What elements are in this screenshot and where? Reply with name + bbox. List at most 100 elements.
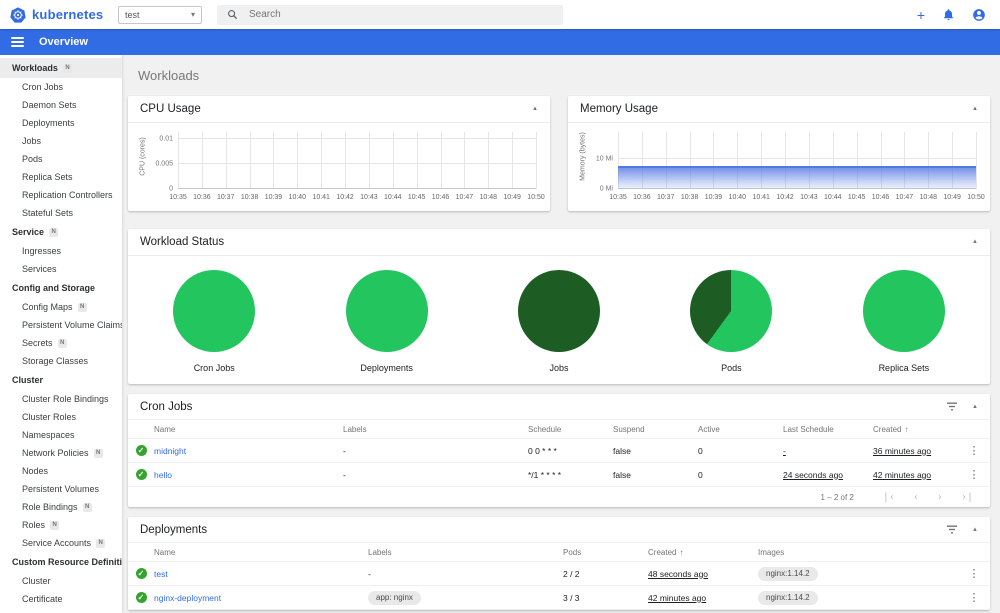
namespaced-badge: N bbox=[82, 502, 92, 512]
sidebar-item-label: Ingresses bbox=[22, 246, 62, 256]
cpu-usage-chart: CPU (cores) 10:35 10:36 10:37 10:38 10:39 10:… bbox=[128, 123, 550, 210]
deployment-name-link[interactable]: test bbox=[154, 569, 368, 579]
sidebar-item-config-maps[interactable]: Config Maps N bbox=[0, 298, 122, 316]
table-row[interactable]: ✓ midnight - 0 0 * * * false 0 - 36 minu… bbox=[128, 439, 990, 463]
col-schedule[interactable]: Schedule bbox=[528, 425, 613, 434]
col-name[interactable]: Name bbox=[154, 548, 368, 557]
x-tick-label: 10:38 bbox=[680, 194, 699, 201]
memory-y-axis-label: Memory (bytes) bbox=[579, 132, 587, 181]
first-page-icon[interactable]: |‹ bbox=[883, 492, 895, 503]
collapse-icon[interactable]: ▲ bbox=[972, 527, 978, 533]
sidebar-group-label: Config and Storage bbox=[12, 283, 95, 293]
x-tick-label: 10:49 bbox=[503, 194, 521, 201]
cpu-usage-card-header: CPU Usage ▲ bbox=[128, 96, 550, 123]
col-suspend[interactable]: Suspend bbox=[613, 425, 698, 434]
sidebar-item-ingresses[interactable]: Ingresses bbox=[0, 242, 122, 260]
previous-page-icon[interactable]: ‹ bbox=[913, 492, 919, 503]
sidebar-group-config-and-storage[interactable]: Config and Storage bbox=[0, 278, 122, 298]
create-resource-button[interactable]: + bbox=[917, 8, 925, 22]
sidebar-group-custom-resource-definitions[interactable]: Custom Resource Definitions bbox=[0, 552, 122, 572]
top-actions: + bbox=[917, 8, 1000, 22]
row-menu-icon[interactable]: ⋮ bbox=[958, 567, 990, 580]
filter-list-icon[interactable] bbox=[946, 402, 958, 411]
sidebar-item-secrets[interactable]: Secrets N bbox=[0, 334, 122, 352]
cpu-usage-title: CPU Usage bbox=[140, 103, 201, 115]
sidebar-item-persistent-volumes[interactable]: Persistent Volumes bbox=[0, 480, 122, 498]
search-input[interactable]: Search bbox=[217, 4, 563, 25]
sidebar-item-storage-classes[interactable]: Storage Classes bbox=[0, 352, 122, 370]
sidebar-group-label: Service bbox=[12, 227, 45, 237]
namespaced-badge: N bbox=[49, 227, 59, 237]
gridline-vertical bbox=[297, 132, 299, 189]
kubernetes-logo[interactable]: kubernetes bbox=[0, 6, 118, 23]
col-created[interactable]: Created ↑ bbox=[648, 548, 758, 557]
x-tick-label: 10:43 bbox=[360, 194, 378, 201]
notifications-bell-icon[interactable] bbox=[942, 8, 955, 21]
next-page-icon[interactable]: › bbox=[937, 492, 943, 503]
collapse-icon[interactable]: ▲ bbox=[972, 404, 978, 410]
sidebar-item-namespaces[interactable]: Namespaces bbox=[0, 426, 122, 444]
sort-ascending-icon: ↑ bbox=[679, 547, 684, 557]
namespaced-badge: N bbox=[77, 302, 87, 312]
deployment-name-link[interactable]: nginx-deployment bbox=[154, 593, 368, 603]
sidebar-item-persistent-volume-claims[interactable]: Persistent Volume ClaimsN bbox=[0, 316, 122, 334]
sidebar-group-workloads[interactable]: Workloads N bbox=[0, 58, 122, 78]
memory-usage-card: Memory Usage ▲ Memory (bytes) 10:35 10:36… bbox=[568, 96, 990, 211]
col-last-schedule[interactable]: Last Schedule bbox=[783, 425, 873, 434]
sidebar-item-replica-sets[interactable]: Replica Sets bbox=[0, 168, 122, 186]
sidebar-item-deployments[interactable]: Deployments bbox=[0, 114, 122, 132]
row-menu-icon[interactable]: ⋮ bbox=[958, 591, 990, 604]
table-row[interactable]: ✓ test - 2 / 2 48 seconds ago nginx:1.14… bbox=[128, 562, 990, 586]
col-active[interactable]: Active bbox=[698, 425, 783, 434]
sidebar-item-certificate[interactable]: Certificate bbox=[0, 590, 122, 608]
cronjob-name-link[interactable]: midnight bbox=[154, 446, 343, 456]
page-title: Workloads bbox=[138, 68, 200, 83]
table-row[interactable]: ✓ nginx-deployment app: nginx 3 / 3 42 m… bbox=[128, 586, 990, 610]
sidebar-item-stateful-sets[interactable]: Stateful Sets bbox=[0, 204, 122, 222]
user-account-icon[interactable] bbox=[972, 8, 986, 22]
sidebar-item-service-accounts[interactable]: Service Accounts N bbox=[0, 534, 122, 552]
table-row[interactable]: ✓ hello - */1 * * * * false 0 24 seconds… bbox=[128, 463, 990, 487]
workload-status-item: Pods bbox=[645, 270, 817, 373]
sidebar-item-replication-controllers[interactable]: Replication Controllers bbox=[0, 186, 122, 204]
cronjob-name-link[interactable]: hello bbox=[154, 470, 343, 480]
gridline-vertical bbox=[225, 132, 227, 189]
sidebar-item-services[interactable]: Services bbox=[0, 260, 122, 278]
sidebar-item-cluster-issuer[interactable]: Cluster Issuer bbox=[0, 608, 122, 613]
sidebar-item-pods[interactable]: Pods bbox=[0, 150, 122, 168]
col-labels[interactable]: Labels bbox=[368, 548, 563, 557]
deployment-pods: 3 / 3 bbox=[563, 592, 580, 603]
sidebar-item-nodes[interactable]: Nodes bbox=[0, 462, 122, 480]
filter-list-icon[interactable] bbox=[946, 525, 958, 534]
col-labels[interactable]: Labels bbox=[343, 425, 528, 434]
sidebar-group-service[interactable]: Service N bbox=[0, 222, 122, 242]
sidebar-item-daemon-sets[interactable]: Daemon Sets bbox=[0, 96, 122, 114]
sidebar-item-cluster-roles[interactable]: Cluster Roles bbox=[0, 408, 122, 426]
col-name[interactable]: Name bbox=[154, 425, 343, 434]
last-page-icon[interactable]: ›| bbox=[961, 492, 973, 503]
collapse-icon[interactable]: ▲ bbox=[972, 106, 978, 112]
sidebar-item-cluster[interactable]: Cluster bbox=[0, 572, 122, 590]
sidebar-item-jobs[interactable]: Jobs bbox=[0, 132, 122, 150]
row-menu-icon[interactable]: ⋮ bbox=[958, 468, 990, 481]
sidebar-group-cluster[interactable]: Cluster bbox=[0, 370, 122, 390]
menu-hamburger-icon[interactable] bbox=[11, 36, 24, 48]
collapse-icon[interactable]: ▲ bbox=[532, 106, 538, 112]
sidebar-item-network-policies[interactable]: Network Policies N bbox=[0, 444, 122, 462]
collapse-icon[interactable]: ▲ bbox=[972, 239, 978, 245]
sidebar-item-roles[interactable]: Roles N bbox=[0, 516, 122, 534]
sidebar-item-label: Replication Controllers bbox=[22, 190, 113, 200]
y-tick-label: 0 bbox=[169, 185, 173, 193]
sidebar-item-label: Daemon Sets bbox=[22, 100, 77, 110]
sidebar-item-cron-jobs[interactable]: Cron Jobs bbox=[0, 78, 122, 96]
sidebar-item-role-bindings[interactable]: Role Bindings N bbox=[0, 498, 122, 516]
namespace-select[interactable]: test ▾ bbox=[118, 5, 202, 24]
pie-chart-deployments bbox=[345, 270, 428, 352]
col-pods[interactable]: Pods bbox=[563, 548, 648, 557]
sidebar-item-cluster-role-bindings[interactable]: Cluster Role Bindings bbox=[0, 390, 122, 408]
col-created[interactable]: Created ↑ bbox=[873, 425, 958, 434]
row-menu-icon[interactable]: ⋮ bbox=[958, 444, 990, 457]
gridline-vertical bbox=[321, 132, 323, 189]
x-tick-label: 10:35 bbox=[169, 194, 187, 201]
col-images[interactable]: Images bbox=[758, 548, 958, 557]
